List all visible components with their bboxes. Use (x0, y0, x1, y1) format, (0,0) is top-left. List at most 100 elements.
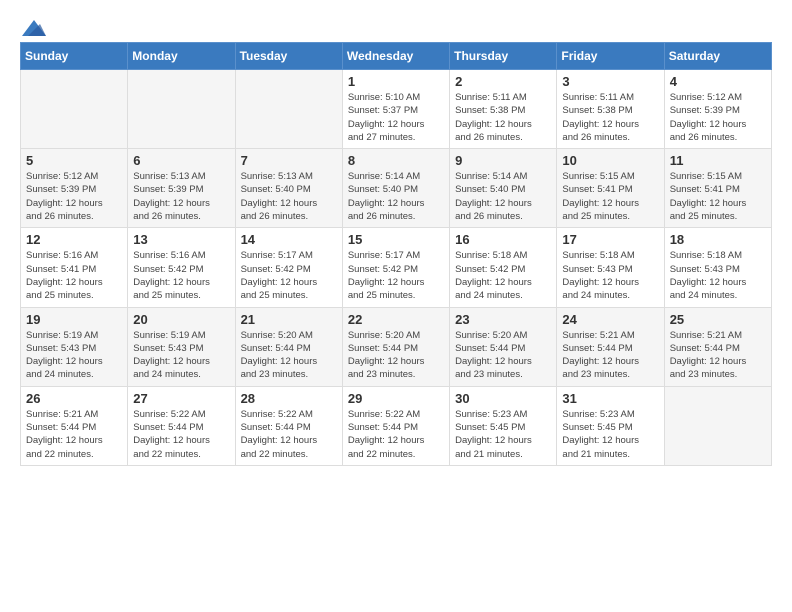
calendar-cell: 7 Sunrise: 5:13 AM Sunset: 5:40 PM Daylig… (235, 149, 342, 228)
weekday-header-monday: Monday (128, 43, 235, 70)
day-info: Sunrise: 5:16 AM Sunset: 5:42 PM Dayligh… (133, 249, 229, 302)
day-info: Sunrise: 5:14 AM Sunset: 5:40 PM Dayligh… (455, 170, 551, 223)
day-number: 10 (562, 153, 658, 168)
calendar-cell: 16 Sunrise: 5:18 AM Sunset: 5:42 PM Dayli… (450, 228, 557, 307)
calendar-cell: 25Sunrise: 5:21 AM Sunset: 5:44 PM Dayli… (664, 307, 771, 386)
calendar-week-row: 19Sunrise: 5:19 AM Sunset: 5:43 PM Dayli… (21, 307, 772, 386)
day-info: Sunrise: 5:21 AM Sunset: 5:44 PM Dayligh… (670, 329, 766, 382)
logo-text (20, 20, 48, 32)
calendar-cell: 18 Sunrise: 5:18 AM Sunset: 5:43 PM Dayli… (664, 228, 771, 307)
day-info: Sunrise: 5:23 AM Sunset: 5:45 PM Dayligh… (562, 408, 658, 461)
day-number: 2 (455, 74, 551, 89)
weekday-header-tuesday: Tuesday (235, 43, 342, 70)
day-info: Sunrise: 5:10 AM Sunset: 5:37 PM Dayligh… (348, 91, 444, 144)
weekday-header-saturday: Saturday (664, 43, 771, 70)
calendar-cell: 27Sunrise: 5:22 AM Sunset: 5:44 PM Dayli… (128, 386, 235, 465)
calendar-cell: 12Sunrise: 5:16 AM Sunset: 5:41 PM Dayli… (21, 228, 128, 307)
day-number: 8 (348, 153, 444, 168)
day-info: Sunrise: 5:12 AM Sunset: 5:39 PM Dayligh… (26, 170, 122, 223)
day-info: Sunrise: 5:13 AM Sunset: 5:39 PM Dayligh… (133, 170, 229, 223)
calendar-cell: 26 Sunrise: 5:21 AM Sunset: 5:44 PM Dayli… (21, 386, 128, 465)
day-number: 16 (455, 232, 551, 247)
day-info: Sunrise: 5:16 AM Sunset: 5:41 PM Dayligh… (26, 249, 122, 302)
weekday-header-wednesday: Wednesday (342, 43, 449, 70)
page-header (20, 20, 772, 32)
calendar-cell: 19Sunrise: 5:19 AM Sunset: 5:43 PM Dayli… (21, 307, 128, 386)
day-number: 13 (133, 232, 229, 247)
day-number: 17 (562, 232, 658, 247)
calendar-cell: 20 Sunrise: 5:19 AM Sunset: 5:43 PM Dayli… (128, 307, 235, 386)
calendar-cell: 30 Sunrise: 5:23 AM Sunset: 5:45 PM Dayli… (450, 386, 557, 465)
day-info: Sunrise: 5:15 AM Sunset: 5:41 PM Dayligh… (670, 170, 766, 223)
day-number: 28 (241, 391, 337, 406)
day-number: 18 (670, 232, 766, 247)
calendar-cell: 31 Sunrise: 5:23 AM Sunset: 5:45 PM Dayli… (557, 386, 664, 465)
day-number: 22 (348, 312, 444, 327)
calendar-cell: 17 Sunrise: 5:18 AM Sunset: 5:43 PM Dayli… (557, 228, 664, 307)
day-info: Sunrise: 5:13 AM Sunset: 5:40 PM Dayligh… (241, 170, 337, 223)
calendar-week-row: 1 Sunrise: 5:10 AM Sunset: 5:37 PM Daylig… (21, 70, 772, 149)
weekday-header-thursday: Thursday (450, 43, 557, 70)
calendar-cell: 15 Sunrise: 5:17 AM Sunset: 5:42 PM Dayli… (342, 228, 449, 307)
calendar-cell: 2 Sunrise: 5:11 AM Sunset: 5:38 PM Daylig… (450, 70, 557, 149)
calendar-cell: 1 Sunrise: 5:10 AM Sunset: 5:37 PM Daylig… (342, 70, 449, 149)
day-number: 24 (562, 312, 658, 327)
calendar-cell (21, 70, 128, 149)
day-number: 7 (241, 153, 337, 168)
day-number: 11 (670, 153, 766, 168)
day-info: Sunrise: 5:14 AM Sunset: 5:40 PM Dayligh… (348, 170, 444, 223)
calendar-cell: 9Sunrise: 5:14 AM Sunset: 5:40 PM Daylig… (450, 149, 557, 228)
day-number: 27 (133, 391, 229, 406)
calendar-cell: 21Sunrise: 5:20 AM Sunset: 5:44 PM Dayli… (235, 307, 342, 386)
day-info: Sunrise: 5:22 AM Sunset: 5:44 PM Dayligh… (241, 408, 337, 461)
calendar-cell: 13 Sunrise: 5:16 AM Sunset: 5:42 PM Dayli… (128, 228, 235, 307)
day-number: 4 (670, 74, 766, 89)
calendar-cell: 24 Sunrise: 5:21 AM Sunset: 5:44 PM Dayli… (557, 307, 664, 386)
day-number: 20 (133, 312, 229, 327)
calendar-week-row: 5 Sunrise: 5:12 AM Sunset: 5:39 PM Daylig… (21, 149, 772, 228)
day-number: 29 (348, 391, 444, 406)
day-info: Sunrise: 5:11 AM Sunset: 5:38 PM Dayligh… (455, 91, 551, 144)
day-info: Sunrise: 5:19 AM Sunset: 5:43 PM Dayligh… (133, 329, 229, 382)
calendar-week-row: 26 Sunrise: 5:21 AM Sunset: 5:44 PM Dayli… (21, 386, 772, 465)
calendar-cell: 28 Sunrise: 5:22 AM Sunset: 5:44 PM Dayli… (235, 386, 342, 465)
day-info: Sunrise: 5:20 AM Sunset: 5:44 PM Dayligh… (348, 329, 444, 382)
calendar-cell: 14Sunrise: 5:17 AM Sunset: 5:42 PM Dayli… (235, 228, 342, 307)
day-number: 30 (455, 391, 551, 406)
day-info: Sunrise: 5:20 AM Sunset: 5:44 PM Dayligh… (455, 329, 551, 382)
day-number: 14 (241, 232, 337, 247)
day-info: Sunrise: 5:19 AM Sunset: 5:43 PM Dayligh… (26, 329, 122, 382)
day-number: 23 (455, 312, 551, 327)
calendar-cell: 6Sunrise: 5:13 AM Sunset: 5:39 PM Daylig… (128, 149, 235, 228)
day-info: Sunrise: 5:21 AM Sunset: 5:44 PM Dayligh… (26, 408, 122, 461)
day-info: Sunrise: 5:18 AM Sunset: 5:43 PM Dayligh… (670, 249, 766, 302)
calendar-cell: 29Sunrise: 5:22 AM Sunset: 5:44 PM Dayli… (342, 386, 449, 465)
weekday-header-sunday: Sunday (21, 43, 128, 70)
day-info: Sunrise: 5:15 AM Sunset: 5:41 PM Dayligh… (562, 170, 658, 223)
calendar-week-row: 12Sunrise: 5:16 AM Sunset: 5:41 PM Dayli… (21, 228, 772, 307)
logo (20, 20, 48, 32)
day-info: Sunrise: 5:12 AM Sunset: 5:39 PM Dayligh… (670, 91, 766, 144)
weekday-header-friday: Friday (557, 43, 664, 70)
day-number: 26 (26, 391, 122, 406)
calendar-cell: 8 Sunrise: 5:14 AM Sunset: 5:40 PM Daylig… (342, 149, 449, 228)
day-number: 21 (241, 312, 337, 327)
day-number: 5 (26, 153, 122, 168)
calendar-cell (664, 386, 771, 465)
calendar-cell: 23 Sunrise: 5:20 AM Sunset: 5:44 PM Dayli… (450, 307, 557, 386)
day-info: Sunrise: 5:23 AM Sunset: 5:45 PM Dayligh… (455, 408, 551, 461)
day-number: 15 (348, 232, 444, 247)
logo-icon (22, 20, 46, 36)
calendar-cell: 11 Sunrise: 5:15 AM Sunset: 5:41 PM Dayli… (664, 149, 771, 228)
day-info: Sunrise: 5:18 AM Sunset: 5:42 PM Dayligh… (455, 249, 551, 302)
day-number: 1 (348, 74, 444, 89)
calendar-table: SundayMondayTuesdayWednesdayThursdayFrid… (20, 42, 772, 466)
calendar-cell (128, 70, 235, 149)
calendar-cell: 10 Sunrise: 5:15 AM Sunset: 5:41 PM Dayli… (557, 149, 664, 228)
calendar-cell: 5 Sunrise: 5:12 AM Sunset: 5:39 PM Daylig… (21, 149, 128, 228)
day-number: 3 (562, 74, 658, 89)
day-info: Sunrise: 5:18 AM Sunset: 5:43 PM Dayligh… (562, 249, 658, 302)
day-info: Sunrise: 5:21 AM Sunset: 5:44 PM Dayligh… (562, 329, 658, 382)
day-number: 31 (562, 391, 658, 406)
day-info: Sunrise: 5:17 AM Sunset: 5:42 PM Dayligh… (348, 249, 444, 302)
